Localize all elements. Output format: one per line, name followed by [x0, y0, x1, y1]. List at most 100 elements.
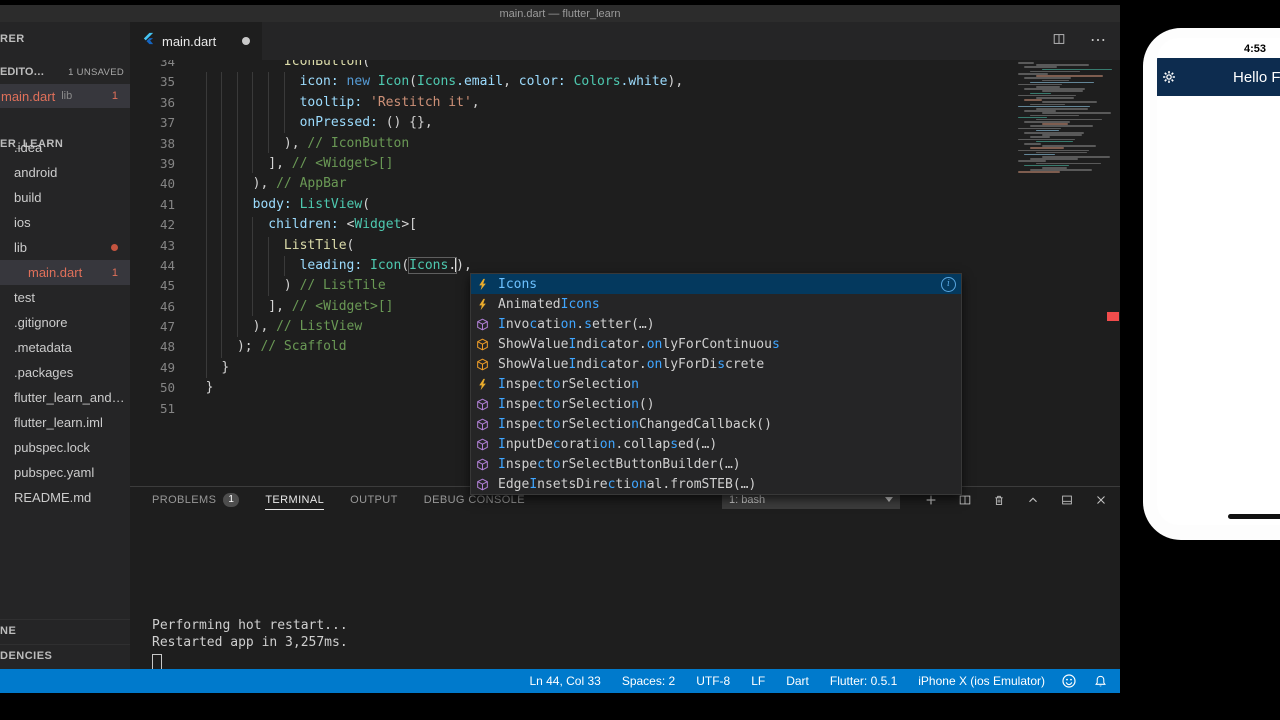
info-icon[interactable]: i	[941, 276, 956, 292]
method-icon	[476, 477, 492, 491]
open-editor-item[interactable]: main.dart lib 1	[0, 84, 130, 108]
suggestion-text: t	[544, 396, 553, 412]
outline-section-header[interactable]: NE	[0, 619, 130, 642]
tree-item[interactable]: flutter_learn_and…	[0, 385, 130, 410]
tree-item-label: ios	[14, 215, 31, 230]
code-line[interactable]: 41 body: ListView(	[130, 195, 1120, 215]
code-line[interactable]: 37 onPressed: () {},	[130, 113, 1120, 133]
suggestion-item[interactable]: InspectorSelection	[471, 374, 961, 394]
suggestion-item[interactable]: AnimatedIcons	[471, 294, 961, 314]
suggestion-item[interactable]: InspectorSelectionChangedCallback()	[471, 414, 961, 434]
tab-main-dart[interactable]: main.dart	[130, 22, 262, 60]
indent-guide	[252, 217, 254, 316]
suggestion-text: I	[498, 456, 506, 472]
code-token: ListView	[299, 196, 363, 212]
code-text: IconButton(	[190, 60, 370, 72]
code-line[interactable]: 38 ), // IconButton	[130, 134, 1120, 154]
tree-item[interactable]: build	[0, 185, 130, 210]
suggestion-item[interactable]: InspectorSelection()	[471, 394, 961, 414]
terminal-output[interactable]: Performing hot restart... Restarted app i…	[152, 617, 348, 670]
window-title-bar[interactable]: main.dart — flutter_learn	[0, 5, 1120, 22]
method-icon	[476, 397, 492, 411]
suggestion-item[interactable]: EdgeInsetsDirectional.fromSTEB(…)	[471, 474, 961, 494]
code-line[interactable]: 34 IconButton(	[130, 60, 1120, 72]
code-token: (	[401, 257, 410, 273]
window-title: main.dart — flutter_learn	[499, 7, 621, 20]
tree-item[interactable]: .gitignore	[0, 310, 130, 335]
restore-panel-icon[interactable]	[1060, 493, 1074, 507]
suggestion-item[interactable]: ShowValueIndicator.onlyForDiscrete	[471, 354, 961, 374]
maximize-panel-chevron-up-icon[interactable]	[1026, 493, 1040, 507]
feedback-smiley-icon[interactable]	[1061, 673, 1077, 689]
status-item[interactable]: LF	[751, 674, 765, 688]
status-item[interactable]: UTF-8	[696, 674, 730, 688]
panel-tab-label: TERMINAL	[265, 493, 325, 506]
code-line[interactable]: 36 tooltip: 'Restitch it',	[130, 93, 1120, 113]
suggestion-text: I	[498, 316, 506, 332]
tree-item[interactable]: lib	[0, 235, 130, 260]
unsaved-dot-icon[interactable]	[242, 37, 250, 45]
suggestion-text: nspe	[505, 396, 538, 412]
tree-item[interactable]: .packages	[0, 360, 130, 385]
tree-item-label: pubspec.lock	[14, 440, 90, 455]
suggestion-text: t	[544, 416, 553, 432]
code-line[interactable]: 42 children: <Widget>[	[130, 215, 1120, 235]
tree-item[interactable]: flutter_learn.iml	[0, 410, 130, 435]
panel-tab-output[interactable]: OUTPUT	[350, 494, 398, 506]
code-token: ListTile	[283, 237, 347, 253]
tree-item[interactable]: pubspec.lock	[0, 435, 130, 460]
status-item[interactable]: iPhone X (ios Emulator)	[918, 674, 1045, 688]
split-editor-icon[interactable]	[1052, 32, 1066, 51]
code-line[interactable]: 39 ], // <Widget>[]	[130, 154, 1120, 174]
suggestion-item[interactable]: Icons i	[471, 274, 961, 294]
tree-item-label: pubspec.yaml	[14, 465, 95, 480]
status-item[interactable]: Spaces: 2	[622, 674, 675, 688]
close-panel-icon[interactable]	[1094, 493, 1108, 507]
suggestion-item[interactable]: Invocation.setter(…)	[471, 314, 961, 334]
open-editors-list: main.dart lib 1	[0, 84, 130, 108]
suggestion-text: on	[599, 436, 616, 452]
panel-tab-terminal[interactable]: TERMINAL	[265, 493, 325, 510]
panel-tab-debug-console[interactable]: DEBUG CONSOLE	[424, 494, 525, 506]
suggestion-item[interactable]: InspectorSelectButtonBuilder(…)	[471, 454, 961, 474]
code-line[interactable]: 35 icon: new Icon(Icons.email, color: Co…	[130, 72, 1120, 92]
tree-item[interactable]: README.md	[0, 485, 130, 510]
line-number: 36	[159, 94, 175, 110]
app-bar-title: Hello Flut	[1233, 68, 1280, 86]
code-line[interactable]: 40 ), // AppBar	[130, 174, 1120, 194]
panel-tab-problems[interactable]: PROBLEMS 1	[152, 492, 240, 507]
notifications-bell-icon[interactable]	[1093, 674, 1108, 689]
suggestion-text: ati	[537, 316, 561, 332]
kill-terminal-trash-icon[interactable]	[992, 493, 1006, 507]
status-item[interactable]: Flutter: 0.5.1	[830, 674, 897, 688]
more-actions-icon[interactable]: ⋯	[1090, 33, 1106, 49]
status-item[interactable]: Dart	[786, 674, 809, 688]
tree-item[interactable]: test	[0, 285, 130, 310]
home-indicator[interactable]	[1228, 514, 1280, 519]
minimap[interactable]	[1018, 62, 1112, 174]
indent-guide	[283, 72, 285, 133]
code-text: ) // ListTile	[190, 276, 386, 296]
code-token: ,	[503, 74, 519, 90]
unsaved-count-badge: 1 UNSAVED	[68, 66, 124, 78]
tree-item[interactable]: main.dart 1	[0, 260, 130, 285]
dependencies-section-header[interactable]: DENCIES	[0, 644, 130, 667]
suggestion-text: lyForDi	[662, 356, 718, 372]
tree-item[interactable]: ios	[0, 210, 130, 235]
status-item[interactable]: Ln 44, Col 33	[529, 674, 600, 688]
tree-item[interactable]: .metadata	[0, 335, 130, 360]
tree-item[interactable]: .idea	[0, 135, 130, 160]
code-line[interactable]: 43 ListTile(	[130, 236, 1120, 256]
suggestion-item[interactable]: ShowValueIndicator.onlyForContinuous	[471, 334, 961, 354]
tree-item[interactable]: pubspec.yaml	[0, 460, 130, 485]
open-editors-header[interactable]: EDITO… 1 UNSAVED	[0, 66, 124, 78]
tree-item[interactable]: android	[0, 160, 130, 185]
suggestion-item[interactable]: InputDecoration.collapsed(…)	[471, 434, 961, 454]
minimap-line	[1024, 77, 1071, 79]
suggestion-label: ShowValueIndicator.onlyForDiscrete	[498, 357, 764, 372]
overview-error-marker	[1107, 312, 1119, 321]
settings-gear-icon[interactable]	[1162, 70, 1176, 84]
minimap-line	[1024, 66, 1057, 68]
